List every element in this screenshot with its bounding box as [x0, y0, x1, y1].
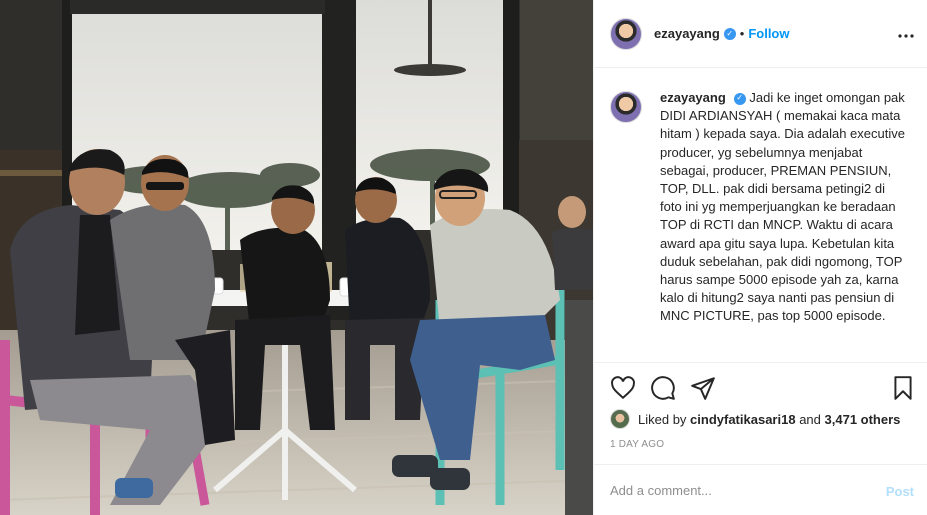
likes-summary: Liked by cindyfatikasari18 and 3,471 oth… — [610, 409, 900, 429]
bookmark-icon[interactable] — [890, 375, 916, 401]
post-sidebar: ezayayang ✓ • Follow ezayayang ✓ Jadi ke … — [593, 0, 927, 515]
liker-avatar[interactable] — [610, 409, 630, 429]
comment-icon[interactable] — [650, 375, 676, 401]
heart-icon[interactable] — [610, 375, 636, 401]
ellipsis-icon — [898, 34, 914, 38]
likes-prefix: Liked by — [638, 411, 687, 427]
separator-dot: • — [739, 26, 745, 41]
caption-verified-badge-icon: ✓ — [733, 92, 746, 105]
likes-middle: and — [799, 411, 821, 427]
caption-username[interactable]: ezayayang — [660, 90, 726, 105]
likes-others-link[interactable]: 3,471 others — [825, 412, 901, 427]
caption-author-avatar[interactable] — [610, 91, 642, 123]
caption-text: Jadi ke inget omongan pak DIDI ARDIANSYA… — [660, 90, 905, 324]
liker-username[interactable]: cindyfatikasari18 — [690, 412, 796, 427]
comment-input[interactable] — [610, 482, 870, 498]
post-photo[interactable] — [0, 0, 593, 515]
action-bar — [594, 362, 927, 412]
verified-badge-icon: ✓ — [723, 27, 736, 40]
caption-scroll-area[interactable]: ezayayang ✓ Jadi ke inget omongan pak DID… — [594, 69, 927, 360]
comment-box: Post — [594, 464, 927, 515]
caption-text-block: ezayayang ✓ Jadi ke inget omongan pak DID… — [660, 89, 910, 326]
caption-row: ezayayang ✓ Jadi ke inget omongan pak DID… — [610, 89, 912, 326]
share-icon[interactable] — [690, 375, 716, 401]
post-header: ezayayang ✓ • Follow — [594, 0, 927, 68]
post-timestamp[interactable]: 1 DAY AGO — [610, 439, 664, 450]
follow-button[interactable]: Follow — [748, 26, 789, 41]
photo-illustration — [0, 0, 593, 515]
author-username[interactable]: ezayayang — [654, 26, 720, 41]
more-options-icon[interactable] — [898, 22, 914, 43]
author-avatar[interactable] — [610, 17, 642, 50]
post-comment-button[interactable]: Post — [886, 484, 914, 499]
